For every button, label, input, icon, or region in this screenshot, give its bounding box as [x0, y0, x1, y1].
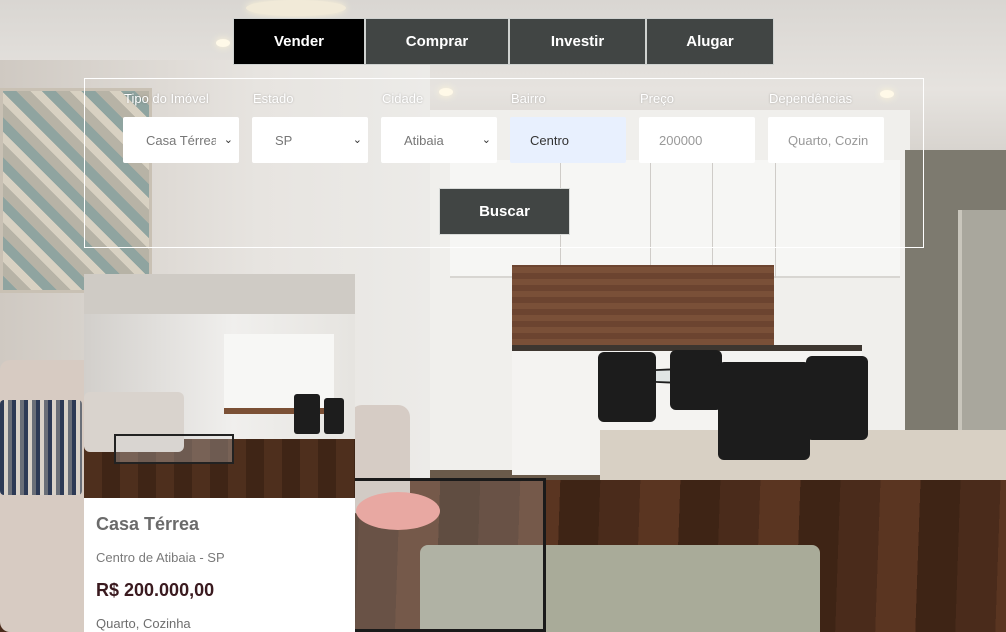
tab-comprar[interactable]: Comprar: [365, 18, 509, 65]
estado-value: SP: [275, 132, 293, 148]
search-filter-form: Tipo do Imóvel Casa Térrea ⌄ Estado SP ⌄…: [84, 78, 924, 248]
tab-investir[interactable]: Investir: [509, 18, 646, 65]
photo-coffee-table: [114, 434, 234, 464]
tipo-label: Tipo do Imóvel: [124, 91, 209, 106]
chevron-down-icon: ⌄: [223, 134, 233, 146]
photo-chair: [324, 398, 344, 434]
chevron-down-icon: ⌄: [352, 134, 362, 146]
bairro-label: Bairro: [511, 91, 546, 106]
dining-chair: [718, 362, 810, 460]
dependencias-input[interactable]: Quarto, Cozinha: [768, 117, 884, 163]
cidade-select[interactable]: Atibaia ⌄: [381, 117, 497, 163]
tipo-select[interactable]: Casa Térrea ⌄: [123, 117, 239, 163]
cidade-label: Cidade: [382, 91, 424, 106]
ceiling-light: [216, 39, 230, 47]
cidade-value: Atibaia: [404, 132, 444, 148]
tab-vender[interactable]: Vender: [233, 18, 365, 65]
dependencias-placeholder: Quarto, Cozinha: [788, 132, 868, 148]
search-button[interactable]: Buscar: [439, 188, 570, 235]
pendant-lamp: [246, 0, 346, 16]
chevron-down-icon: ⌄: [481, 134, 491, 146]
property-title[interactable]: Casa Térrea: [96, 514, 199, 535]
field-bairro: Bairro Centro: [510, 91, 626, 163]
property-photo[interactable]: [84, 274, 355, 498]
preco-label: Preço: [640, 91, 674, 106]
dining-chair: [806, 356, 868, 440]
photo-chair: [294, 394, 320, 434]
door: [958, 210, 1006, 450]
field-dependencias: Dependências Quarto, Cozinha: [768, 91, 884, 163]
bairro-value: Centro: [530, 132, 570, 148]
tipo-value: Casa Térrea: [146, 132, 216, 148]
pink-tray: [356, 492, 440, 530]
field-estado: Estado SP ⌄: [252, 91, 368, 163]
dining-chair: [598, 352, 656, 422]
photo-ceiling: [84, 274, 355, 314]
preco-input[interactable]: 200000: [639, 117, 755, 163]
bairro-input[interactable]: Centro: [510, 117, 626, 163]
transaction-tabs: Vender Comprar Investir Alugar: [233, 18, 774, 65]
wood-backsplash: [512, 265, 774, 345]
tab-alugar[interactable]: Alugar: [646, 18, 774, 65]
property-price: R$ 200.000,00: [96, 580, 215, 600]
field-cidade: Cidade Atibaia ⌄: [381, 91, 497, 163]
dependencias-label: Dependências: [769, 91, 853, 106]
field-preco: Preço 200000: [639, 91, 755, 163]
estado-select[interactable]: SP ⌄: [252, 117, 368, 163]
property-rooms: Quarto, Cozinha: [96, 616, 191, 631]
estado-label: Estado: [253, 91, 294, 106]
striped-pillow: [0, 400, 82, 495]
preco-placeholder: 200000: [659, 132, 703, 148]
dining-chair: [670, 350, 722, 410]
field-tipo: Tipo do Imóvel Casa Térrea ⌄: [123, 91, 239, 163]
property-location: Centro de Atibaia - SP: [96, 550, 225, 565]
property-card[interactable]: Casa Térrea Centro de Atibaia - SP R$ 20…: [84, 274, 355, 632]
